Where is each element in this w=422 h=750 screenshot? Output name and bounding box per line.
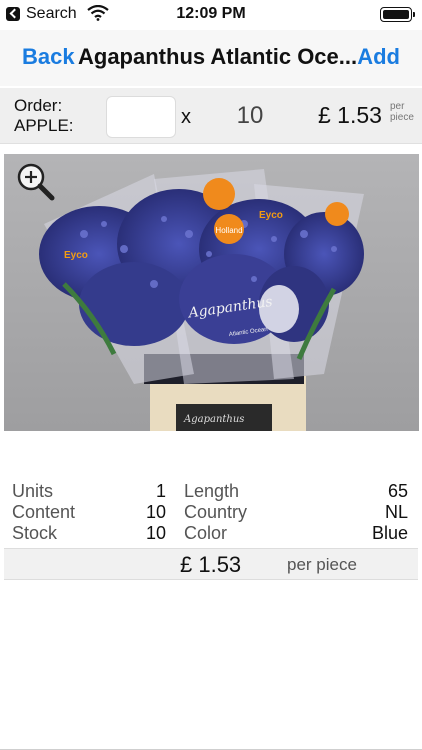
sticker-text: Holland — [215, 226, 242, 235]
pack-quantity: 10 — [236, 102, 264, 129]
unit-price: £ 1.53 — [318, 102, 382, 128]
content-value: 10 — [145, 502, 166, 522]
agapanthus-bouquet-illustration: Holland Eyco Eyco Agapanthus Atlantic Oc… — [4, 154, 419, 431]
order-label: Order: APPLE: — [14, 96, 74, 135]
price-per-label: per piece — [287, 555, 357, 574]
battery-icon — [380, 7, 415, 22]
zoom-in-icon[interactable] — [14, 160, 58, 204]
price-row: £ 1.53 per piece — [4, 548, 418, 580]
multiplier-sign: x — [181, 106, 191, 128]
country-label: Country — [184, 502, 248, 522]
content-label: Content — [12, 502, 76, 522]
color-label: Color — [184, 523, 228, 543]
back-button[interactable]: Back — [22, 44, 75, 70]
stock-label: Stock — [12, 523, 58, 543]
status-time: 12:09 PM — [176, 5, 246, 22]
length-value: 65 — [387, 481, 408, 501]
country-value: NL — [384, 502, 408, 522]
order-quantity-input[interactable] — [106, 96, 176, 138]
navigation-bar: Back Agapanthus Atlantic Oce... Add — [0, 30, 422, 86]
page-title: Agapanthus Atlantic Oce... — [78, 44, 358, 69]
sleeve-brand-label-2: Eyco — [64, 250, 88, 261]
status-bar: Search 12:09 PM — [0, 0, 422, 30]
sleeve-brand-label: Eyco — [259, 210, 283, 221]
color-value: Blue — [371, 523, 408, 543]
box-script: Agapanthus — [183, 414, 244, 425]
price-value: £ 1.53 — [180, 552, 242, 577]
product-image[interactable]: Holland Eyco Eyco Agapanthus Atlantic Oc… — [4, 154, 419, 431]
per-piece-label: per piece — [390, 101, 414, 123]
length-label: Length — [184, 481, 240, 501]
add-button[interactable]: Add — [357, 44, 400, 70]
order-row: Order: APPLE: x 10 £ 1.53 — [0, 88, 422, 144]
units-label: Units — [12, 481, 54, 501]
stock-value: 10 — [145, 523, 166, 543]
units-value: 1 — [155, 481, 166, 501]
